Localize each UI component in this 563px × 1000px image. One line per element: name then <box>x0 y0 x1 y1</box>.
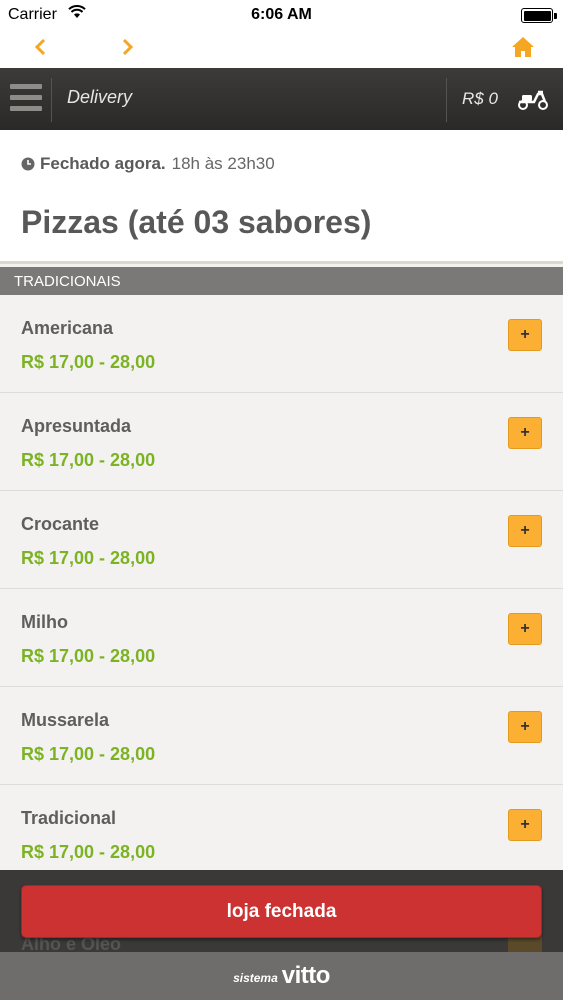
product-price: R$ 17,00 - 28,00 <box>21 646 156 666</box>
home-icon <box>512 37 534 57</box>
product-name: Mussarela <box>21 710 110 730</box>
store-status: Fechado agora. 18h às 23h30 <box>21 154 275 174</box>
add-button[interactable]: + <box>508 809 542 841</box>
battery-tip <box>554 13 557 19</box>
list-item[interactable]: Mussarela R$ 17,00 - 28,00 + <box>0 687 563 785</box>
brand-logo: vitto <box>281 962 331 989</box>
product-list: Americana R$ 17,00 - 28,00 + Apresuntada… <box>0 295 563 883</box>
store-closed-button[interactable]: loja fechada <box>21 885 542 938</box>
product-name: Milho <box>21 612 68 632</box>
back-button[interactable] <box>25 32 55 62</box>
home-button[interactable] <box>508 32 538 62</box>
list-item[interactable]: Americana R$ 17,00 - 28,00 + <box>0 295 563 393</box>
add-button[interactable]: + <box>508 613 542 645</box>
product-price: R$ 17,00 - 28,00 <box>21 842 156 862</box>
product-name: Crocante <box>21 514 100 534</box>
app-header: Delivery R$ 0 <box>0 68 563 130</box>
section-header: TRADICIONAIS <box>0 267 563 295</box>
add-button[interactable]: + <box>508 417 542 449</box>
list-item[interactable]: Tradicional R$ 17,00 - 28,00 + <box>0 785 563 883</box>
footer-prefix: sistema <box>233 971 278 985</box>
forward-button[interactable] <box>113 32 143 62</box>
product-name: Americana <box>21 318 114 338</box>
header-divider <box>51 78 52 122</box>
status-label: Fechado agora. <box>40 154 166 173</box>
menu-icon[interactable] <box>10 84 42 114</box>
add-button[interactable]: + <box>508 319 542 351</box>
list-item[interactable]: Milho R$ 17,00 - 28,00 + <box>0 589 563 687</box>
opening-hours: 18h às 23h30 <box>171 154 275 173</box>
category-title: Pizzas (até 03 sabores) <box>21 204 372 240</box>
store-info: Fechado agora. 18h às 23h30 Pizzas (até … <box>0 130 563 264</box>
product-price: R$ 17,00 - 28,00 <box>21 548 156 568</box>
product-price: R$ 17,00 - 28,00 <box>21 450 156 470</box>
list-item[interactable]: Crocante R$ 17,00 - 28,00 + <box>0 491 563 589</box>
product-name: Apresuntada <box>21 416 132 436</box>
product-name: Tradicional <box>21 808 117 828</box>
scooter-icon[interactable] <box>516 88 550 115</box>
header-title: Delivery <box>67 87 133 107</box>
header-divider <box>446 78 447 122</box>
battery-icon <box>521 8 553 23</box>
navigation-bar <box>0 30 563 68</box>
status-bar: Carrier 6:06 AM <box>0 0 563 30</box>
chevron-left-icon <box>34 38 46 56</box>
clock-icon <box>21 157 35 171</box>
chevron-right-icon <box>122 38 134 56</box>
product-price: R$ 17,00 - 28,00 <box>21 352 156 372</box>
list-item[interactable]: Apresuntada R$ 17,00 - 28,00 + <box>0 393 563 491</box>
add-button[interactable]: + <box>508 515 542 547</box>
footer-brand: sistema vitto <box>0 952 563 1000</box>
clock-time: 6:06 AM <box>251 6 312 23</box>
add-button[interactable]: + <box>508 711 542 743</box>
product-price: R$ 17,00 - 28,00 <box>21 744 156 764</box>
cart-total[interactable]: R$ 0 <box>462 89 498 109</box>
